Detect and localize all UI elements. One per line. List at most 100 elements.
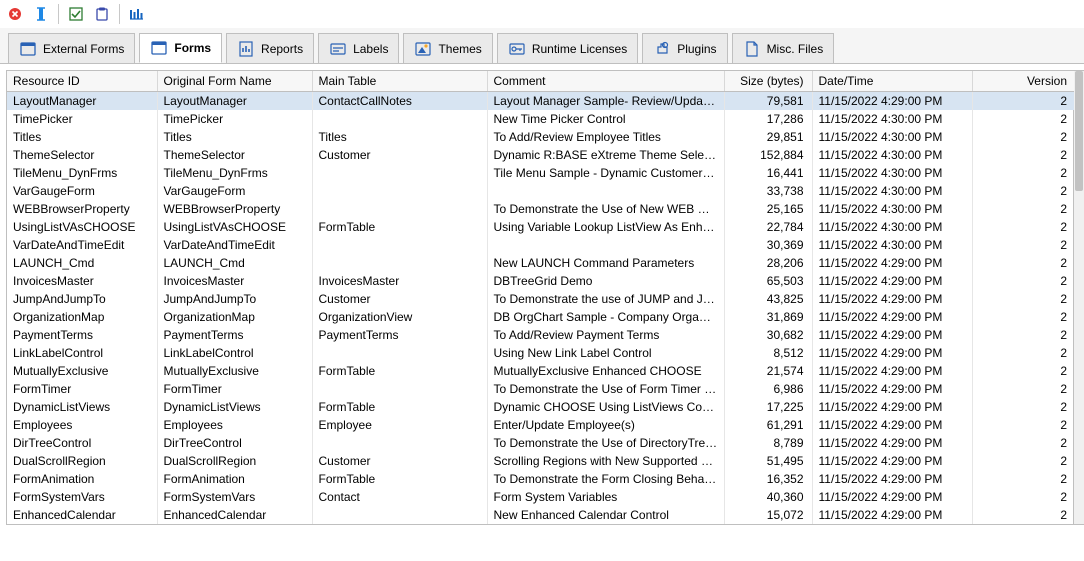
table-row[interactable]: FormTimerFormTimerTo Demonstrate the Use… <box>7 380 1075 398</box>
col-header-datetime[interactable]: Date/Time <box>812 71 972 92</box>
cell-original: EnhancedCalendar <box>157 506 312 524</box>
tab-label: Reports <box>261 42 303 56</box>
cell-size: 33,738 <box>724 182 812 200</box>
cell-datetime: 11/15/2022 4:29:00 PM <box>812 434 972 452</box>
tab-forms[interactable]: Forms <box>139 33 222 63</box>
clipboard-button[interactable] <box>91 3 113 25</box>
cell-datetime: 11/15/2022 4:29:00 PM <box>812 398 972 416</box>
tab-themes[interactable]: Themes <box>403 33 492 63</box>
cell-size: 17,225 <box>724 398 812 416</box>
table-row[interactable]: InvoicesMasterInvoicesMasterInvoicesMast… <box>7 272 1075 290</box>
cell-version: 2 <box>972 470 1075 488</box>
file-icon <box>743 40 761 58</box>
cell-datetime: 11/15/2022 4:29:00 PM <box>812 452 972 470</box>
table-row[interactable]: VarGaugeFormVarGaugeForm33,73811/15/2022… <box>7 182 1075 200</box>
cell-original: FormSystemVars <box>157 488 312 506</box>
columns-button[interactable] <box>126 3 148 25</box>
table-row[interactable]: FormAnimationFormAnimationFormTableTo De… <box>7 470 1075 488</box>
table-row[interactable]: OrganizationMapOrganizationMapOrganizati… <box>7 308 1075 326</box>
col-header-size[interactable]: Size (bytes) <box>724 71 812 92</box>
cell-original: WEBBrowserProperty <box>157 200 312 218</box>
cell-comment <box>487 182 724 200</box>
tab-external-forms[interactable]: External Forms <box>8 33 135 63</box>
cell-main-table <box>312 254 487 272</box>
tab-reports[interactable]: Reports <box>226 33 314 63</box>
col-header-resource-id[interactable]: Resource ID <box>7 71 157 92</box>
cell-version: 2 <box>972 236 1075 254</box>
cell-main-table <box>312 200 487 218</box>
cell-version: 2 <box>972 326 1075 344</box>
cell-original: VarGaugeForm <box>157 182 312 200</box>
table-row[interactable]: EmployeesEmployeesEmployeeEnter/Update E… <box>7 416 1075 434</box>
cell-main-table <box>312 344 487 362</box>
table-row[interactable]: LAUNCH_CmdLAUNCH_CmdNew LAUNCH Command P… <box>7 254 1075 272</box>
toolbar <box>0 0 1084 28</box>
close-button[interactable] <box>4 3 26 25</box>
tab-misc-files[interactable]: Misc. Files <box>732 33 835 63</box>
cell-size: 15,072 <box>724 506 812 524</box>
table-row[interactable]: DirTreeControlDirTreeControlTo Demonstra… <box>7 434 1075 452</box>
col-header-main-table[interactable]: Main Table <box>312 71 487 92</box>
cell-size: 51,495 <box>724 452 812 470</box>
col-header-original[interactable]: Original Form Name <box>157 71 312 92</box>
cell-comment: To Demonstrate the Use of Form Timer Pro… <box>487 380 724 398</box>
table-row[interactable]: TitlesTitlesTitlesTo Add/Review Employee… <box>7 128 1075 146</box>
table-row[interactable]: EnhancedCalendarEnhancedCalendarNew Enha… <box>7 506 1075 524</box>
table-row[interactable]: TimePickerTimePickerNew Time Picker Cont… <box>7 110 1075 128</box>
cell-size: 30,369 <box>724 236 812 254</box>
cell-size: 79,581 <box>724 92 812 111</box>
label-icon <box>329 40 347 58</box>
tab-plugins[interactable]: Plugins <box>642 33 727 63</box>
cell-main-table <box>312 110 487 128</box>
tab-label: Forms <box>174 41 211 55</box>
tab-runtime-licenses[interactable]: Runtime Licenses <box>497 33 638 63</box>
tab-label: External Forms <box>43 42 124 56</box>
cell-size: 22,784 <box>724 218 812 236</box>
table-row[interactable]: LinkLabelControlLinkLabelControlUsing Ne… <box>7 344 1075 362</box>
table-row[interactable]: UsingListVAsCHOOSEUsingListVAsCHOOSEForm… <box>7 218 1075 236</box>
cell-main-table: OrganizationView <box>312 308 487 326</box>
cell-comment: To Demonstrate the Form Closing Behavior… <box>487 470 724 488</box>
cell-main-table <box>312 506 487 524</box>
col-header-comment[interactable]: Comment <box>487 71 724 92</box>
cell-main-table: Customer <box>312 290 487 308</box>
table-row[interactable]: DualScrollRegionDualScrollRegionCustomer… <box>7 452 1075 470</box>
cell-resource-id: LayoutManager <box>7 92 157 111</box>
table-row[interactable]: JumpAndJumpToJumpAndJumpToCustomerTo Dem… <box>7 290 1075 308</box>
cell-main-table: FormTable <box>312 470 487 488</box>
tab-labels[interactable]: Labels <box>318 33 399 63</box>
scrollbar-thumb[interactable] <box>1075 71 1083 191</box>
table-row[interactable]: WEBBrowserPropertyWEBBrowserPropertyTo D… <box>7 200 1075 218</box>
cell-comment: Dynamic CHOOSE Using ListViews Control <box>487 398 724 416</box>
table-row[interactable]: TileMenu_DynFrmsTileMenu_DynFrmsTile Men… <box>7 164 1075 182</box>
table-row[interactable]: PaymentTermsPaymentTermsPaymentTermsTo A… <box>7 326 1075 344</box>
table-row[interactable]: ThemeSelectorThemeSelectorCustomerDynami… <box>7 146 1075 164</box>
check-button[interactable] <box>65 3 87 25</box>
cell-version: 2 <box>972 488 1075 506</box>
table-row[interactable]: FormSystemVarsFormSystemVarsContactForm … <box>7 488 1075 506</box>
form-icon <box>19 40 37 58</box>
key-icon <box>508 40 526 58</box>
cell-version: 2 <box>972 146 1075 164</box>
cell-resource-id: FormSystemVars <box>7 488 157 506</box>
vertical-scrollbar[interactable] <box>1074 70 1084 525</box>
cell-comment: New Enhanced Calendar Control <box>487 506 724 524</box>
table-row[interactable]: MutuallyExclusiveMutuallyExclusiveFormTa… <box>7 362 1075 380</box>
cell-comment: MutuallyExclusive Enhanced CHOOSE <box>487 362 724 380</box>
cell-size: 25,165 <box>724 200 812 218</box>
toolbar-separator <box>58 4 59 24</box>
table-row[interactable]: DynamicListViewsDynamicListViewsFormTabl… <box>7 398 1075 416</box>
cell-resource-id: Titles <box>7 128 157 146</box>
cell-resource-id: TimePicker <box>7 110 157 128</box>
cell-original: OrganizationMap <box>157 308 312 326</box>
cell-size: 61,291 <box>724 416 812 434</box>
cell-size: 17,286 <box>724 110 812 128</box>
cell-version: 2 <box>972 164 1075 182</box>
cell-version: 2 <box>972 308 1075 326</box>
table-row[interactable]: VarDateAndTimeEditVarDateAndTimeEdit30,3… <box>7 236 1075 254</box>
table-row[interactable]: LayoutManagerLayoutManagerContactCallNot… <box>7 92 1075 111</box>
cell-main-table <box>312 434 487 452</box>
cell-resource-id: FormTimer <box>7 380 157 398</box>
rename-button[interactable] <box>30 3 52 25</box>
col-header-version[interactable]: Version <box>972 71 1075 92</box>
